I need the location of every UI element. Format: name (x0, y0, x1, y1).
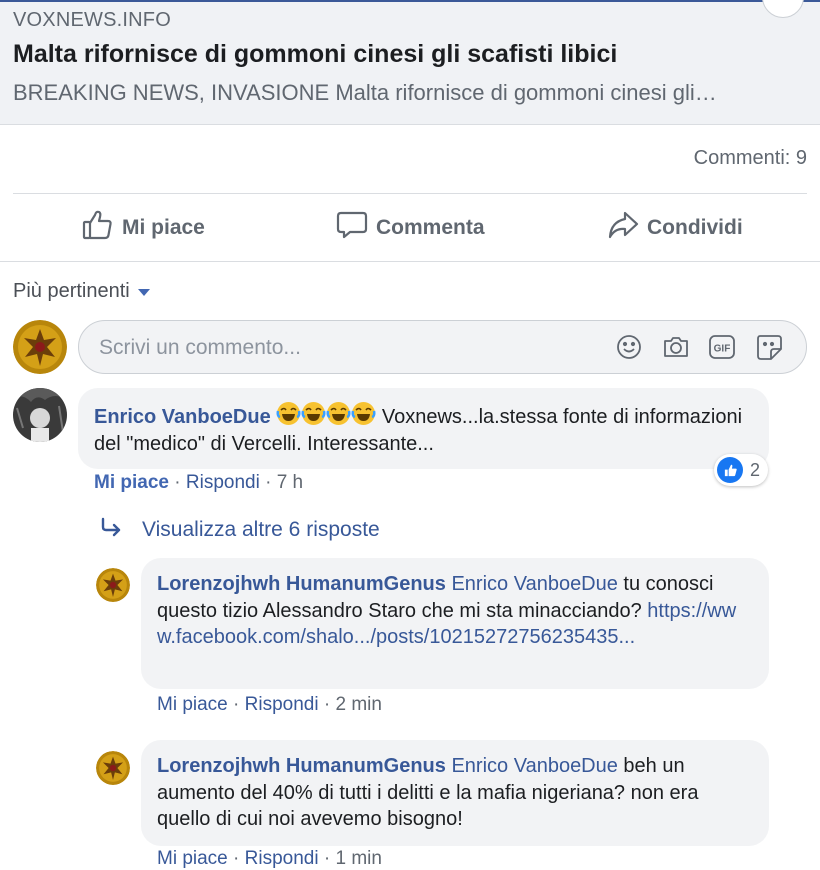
comment-timestamp[interactable]: 7 h (277, 472, 303, 493)
comment-label: Commenta (376, 216, 485, 239)
reply-author[interactable]: Lorenzojhwh HumanumGenus (157, 573, 446, 595)
reaction-count: 2 (750, 459, 761, 480)
link-title[interactable]: Malta rifornisce di gommoni cinesi gli s… (13, 40, 617, 69)
reply-like-link[interactable]: Mi piace (157, 694, 228, 715)
reply-mention[interactable]: Enrico VanboeDue (451, 573, 617, 595)
comment-composer[interactable]: GIF (78, 320, 807, 375)
divider (13, 193, 807, 194)
link-preview-card[interactable]: VOXNEWS.INFO Malta rifornisce di gommoni… (0, 0, 820, 125)
reply-like-link[interactable]: Mi piace (157, 848, 228, 869)
thumbs-up-icon (82, 209, 114, 247)
reply-timestamp[interactable]: 1 min (335, 848, 381, 869)
laughing-emoji-icon (326, 402, 351, 425)
share-button[interactable]: Condividi (607, 208, 743, 248)
caret-down-icon (137, 289, 150, 296)
reply-reply-link[interactable]: Rispondi (245, 848, 319, 869)
comment-meta: Mi piace · Rispondi · 7 h (94, 472, 304, 493)
laughing-emoji-icon (301, 402, 326, 425)
svg-text:GIF: GIF (714, 344, 731, 355)
link-domain: VOXNEWS.INFO (13, 9, 171, 31)
current-user-avatar[interactable] (13, 320, 67, 374)
comment-reply-link[interactable]: Rispondi (186, 472, 260, 493)
reply-reply-link[interactable]: Rispondi (245, 694, 319, 715)
sort-label: Più pertinenti (13, 280, 130, 302)
reply-meta: Mi piace · Rispondi · 2 min (157, 694, 382, 715)
laughing-emoji-icon (276, 402, 301, 425)
commenter-avatar[interactable] (13, 388, 67, 442)
reply-bubble: Lorenzojhwh HumanumGenus Enrico VanboeDu… (141, 558, 769, 689)
laughing-emoji-icon (351, 402, 376, 425)
view-more-replies-label: Visualizza altre 6 risposte (142, 518, 380, 541)
share-arrow-icon (607, 209, 639, 247)
like-button[interactable]: Mi piace (82, 208, 205, 248)
comment-input[interactable] (97, 321, 601, 375)
like-reaction-icon (717, 457, 743, 483)
reply-meta: Mi piace · Rispondi · 1 min (157, 848, 382, 869)
like-label: Mi piace (122, 216, 205, 239)
reply-author-avatar[interactable] (96, 568, 130, 602)
comment-like-link[interactable]: Mi piace (94, 472, 169, 493)
divider (0, 261, 820, 262)
sticker-icon[interactable] (755, 333, 783, 361)
comment-sort-dropdown[interactable]: Più pertinenti (13, 280, 150, 303)
reply-arrow-icon (100, 517, 122, 543)
camera-icon[interactable] (662, 333, 690, 361)
share-label: Condividi (647, 216, 743, 239)
reaction-summary[interactable]: 2 (714, 454, 769, 486)
reply-mention[interactable]: Enrico VanboeDue (451, 755, 617, 777)
comment-author[interactable]: Enrico VanboeDue (94, 406, 271, 428)
comment-bubble: Enrico VanboeDue Voxnews...la.stessa fon… (78, 388, 769, 469)
link-description: BREAKING NEWS, INVASIONE Malta rifornisc… (13, 80, 717, 105)
reply-bubble: Lorenzojhwh HumanumGenus Enrico VanboeDu… (141, 740, 769, 846)
reply-timestamp[interactable]: 2 min (335, 694, 381, 715)
view-more-replies[interactable]: Visualizza altre 6 risposte (100, 517, 380, 543)
comment-button[interactable]: Commenta (336, 208, 485, 248)
speech-bubble-icon (336, 209, 368, 247)
reply-author-avatar[interactable] (96, 751, 130, 785)
emoji-group (276, 402, 382, 428)
smiley-icon[interactable] (615, 333, 643, 361)
reply-author[interactable]: Lorenzojhwh HumanumGenus (157, 755, 446, 777)
gif-icon[interactable]: GIF (708, 333, 736, 361)
preview-corner-button[interactable] (762, 0, 804, 18)
comment-count[interactable]: Commenti: 9 (694, 147, 807, 170)
